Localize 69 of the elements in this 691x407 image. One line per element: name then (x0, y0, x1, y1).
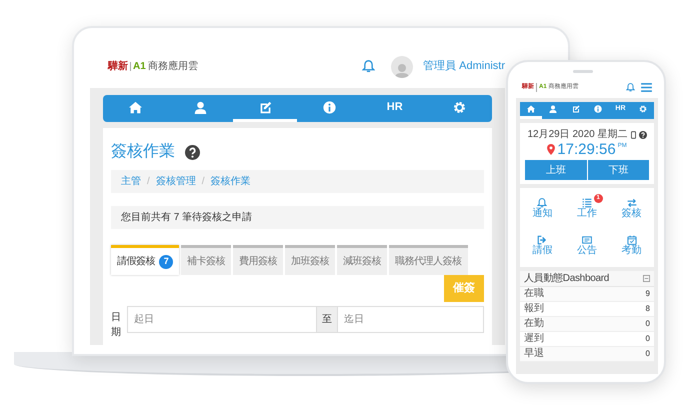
phone-speaker (573, 70, 593, 73)
end-date-field[interactable]: 迄日 (337, 306, 484, 333)
row-label: 遲到 (524, 334, 544, 344)
tab[interactable]: 補卡簽核 (181, 245, 231, 275)
row-value: 0 (646, 348, 650, 360)
bell-icon (362, 60, 376, 73)
home-icon (128, 100, 142, 114)
breadcrumb-link[interactable]: 簽核作業 (210, 174, 251, 189)
edit-icon (572, 105, 580, 113)
shortcut-button[interactable]: 簽核 (609, 198, 654, 220)
info-icon (594, 105, 602, 113)
tab[interactable]: 費用簽核 (233, 245, 283, 275)
location-pin-icon (547, 144, 556, 155)
collapse-icon[interactable] (643, 275, 650, 282)
app-name: 商務應用雲 (148, 60, 198, 74)
row-value: 0 (646, 318, 650, 330)
shortcut-button[interactable]: 請假 (520, 234, 565, 257)
count-badge: 7 (159, 254, 173, 268)
shortcut-button[interactable]: 公告 (564, 234, 610, 257)
notice-text: 您目前共有 7 筆待簽核之申請 (111, 206, 484, 229)
notice-board-icon (582, 234, 592, 244)
row-label: 早退 (524, 349, 544, 359)
user-name[interactable]: 管理員 Administr (423, 58, 505, 75)
edit-icon (258, 100, 272, 114)
row-value: 9 (646, 288, 650, 300)
info-icon (323, 100, 336, 114)
breadcrumb-link[interactable]: 簽核管理 (156, 174, 196, 189)
exit-icon (537, 234, 548, 244)
row-label: 報到 (524, 304, 544, 314)
brand-logo-text: 驊新 (108, 59, 128, 74)
user-icon (549, 105, 558, 113)
range-separator: 至 (317, 306, 337, 333)
phone-icon (630, 130, 636, 138)
clock-button[interactable]: 上班 (525, 160, 586, 180)
row-label: 在勤 (524, 319, 544, 329)
help-icon[interactable] (185, 144, 200, 160)
panel-title: 人員動態Dashboard (524, 272, 610, 286)
shortcut-button[interactable]: 考勤 (609, 234, 654, 257)
menu-icon[interactable] (641, 82, 652, 92)
tab[interactable]: 加班簽核 (285, 245, 335, 275)
clock-time: 17:29:56 (557, 142, 616, 157)
swap-icon (626, 198, 637, 208)
settings-icon (638, 105, 647, 113)
tab[interactable]: 減班簽核 (337, 245, 387, 275)
user-icon (194, 100, 207, 114)
tab[interactable]: 職務代理人簽核 (389, 245, 468, 275)
list-icon (582, 198, 592, 208)
settings-icon (453, 100, 466, 114)
help-icon[interactable] (638, 130, 647, 138)
clock-button[interactable]: 下班 (588, 160, 649, 180)
row-value: 8 (646, 303, 650, 315)
bell-icon (626, 82, 635, 92)
breadcrumb-separator: / (147, 175, 150, 189)
date-label: 日期 (111, 311, 122, 340)
shortcut-button[interactable]: 通知 (520, 198, 565, 220)
bell-icon (537, 198, 548, 208)
start-date-field[interactable]: 起日 (127, 306, 317, 333)
breadcrumb-separator: / (202, 175, 205, 189)
avatar (391, 56, 414, 78)
calendar-icon (626, 234, 637, 244)
tab[interactable]: 請假簽核 7 (111, 245, 179, 275)
row-label: 在職 (524, 289, 544, 299)
breadcrumb-link[interactable]: 主管 (121, 174, 141, 189)
product-logo-text: A1 (133, 60, 146, 74)
home-icon (527, 105, 536, 113)
date-text: 12月29日 2020 星期二 (527, 128, 628, 142)
row-value: 0 (646, 333, 650, 345)
page-title: 簽核作業 (111, 144, 175, 160)
nav-tab[interactable]: HR (362, 95, 428, 122)
